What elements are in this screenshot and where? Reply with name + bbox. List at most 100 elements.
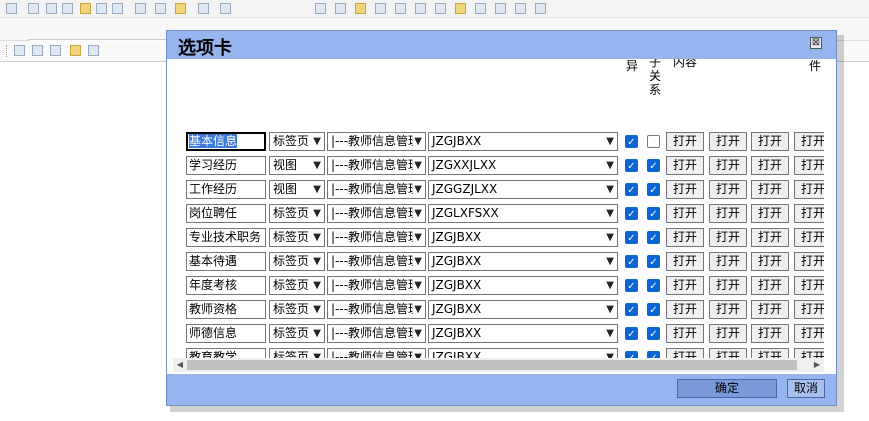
paste-icon[interactable] bbox=[80, 3, 91, 14]
module-select[interactable]: |---教师信息管理▼ bbox=[327, 132, 426, 151]
open-button[interactable]: 打开 bbox=[794, 252, 824, 271]
col-a-checkbox[interactable]: ✓ bbox=[625, 327, 638, 340]
open-button[interactable]: 打开 bbox=[751, 300, 789, 319]
open-button[interactable]: 打开 bbox=[666, 132, 704, 151]
code-select[interactable]: JZGGZJLXX ▼ bbox=[428, 180, 618, 199]
module-select[interactable]: |---教师信息管理▼ bbox=[327, 156, 426, 175]
tab-name-input[interactable]: 学习经历 bbox=[186, 156, 266, 175]
open-button[interactable]: 打开 bbox=[709, 300, 747, 319]
module-select[interactable]: |---教师信息管理▼ bbox=[327, 180, 426, 199]
open-button[interactable]: 打开 bbox=[666, 300, 704, 319]
code-select[interactable]: JZGJBXX ▼ bbox=[428, 132, 618, 151]
ok-button[interactable]: 确定 bbox=[677, 379, 777, 398]
template-icon[interactable] bbox=[70, 45, 81, 56]
open-button[interactable]: 打开 bbox=[794, 156, 824, 175]
table-icon-2[interactable] bbox=[32, 45, 43, 56]
clear-format-icon[interactable] bbox=[315, 3, 326, 14]
open-button[interactable]: 打开 bbox=[666, 204, 704, 223]
open-button[interactable]: 打开 bbox=[751, 132, 789, 151]
col-a-checkbox[interactable]: ✓ bbox=[625, 279, 638, 292]
open-button[interactable]: 打开 bbox=[794, 324, 824, 343]
code-select[interactable]: JZGJBXX ▼ bbox=[428, 324, 618, 343]
open-button[interactable]: 打开 bbox=[666, 156, 704, 175]
tab-name-input[interactable]: 师德信息 bbox=[186, 324, 266, 343]
module-select[interactable]: |---教师信息管理▼ bbox=[327, 324, 426, 343]
subrelation-checkbox[interactable]: ✓ bbox=[647, 207, 660, 220]
cancel-button[interactable]: 取消 bbox=[787, 379, 825, 398]
scroll-right-arrow-icon[interactable]: ▶ bbox=[810, 358, 824, 372]
module-select[interactable]: |---教师信息管理▼ bbox=[327, 228, 426, 247]
col-a-checkbox[interactable]: ✓ bbox=[625, 159, 638, 172]
subrelation-checkbox[interactable]: ✓ bbox=[647, 255, 660, 268]
open-button[interactable]: 打开 bbox=[751, 324, 789, 343]
open-button[interactable]: 打开 bbox=[666, 324, 704, 343]
tab-name-input[interactable]: 岗位聘任 bbox=[186, 204, 266, 223]
tab-type-select[interactable]: 标签页▼ bbox=[269, 204, 325, 223]
subrelation-checkbox[interactable]: ✓ bbox=[647, 303, 660, 316]
horizontal-scroll-thumb[interactable] bbox=[187, 360, 797, 370]
open-button[interactable]: 打开 bbox=[709, 132, 747, 151]
open-button[interactable]: 打开 bbox=[751, 228, 789, 247]
subrelation-checkbox[interactable]: ✓ bbox=[647, 183, 660, 196]
open-button[interactable]: 打开 bbox=[751, 252, 789, 271]
code-select[interactable]: JZGXXJLXX ▼ bbox=[428, 156, 618, 175]
col-a-checkbox[interactable]: ✓ bbox=[625, 207, 638, 220]
subrelation-checkbox[interactable]: ✓ bbox=[647, 327, 660, 340]
open-button[interactable]: 打开 bbox=[666, 180, 704, 199]
bulleted-list-icon[interactable] bbox=[355, 3, 366, 14]
search-icon[interactable] bbox=[6, 3, 17, 14]
tab-type-select[interactable]: 视图 ▼ bbox=[269, 156, 325, 175]
open-button[interactable]: 打开 bbox=[709, 324, 747, 343]
code-select[interactable]: JZGJBXX ▼ bbox=[428, 228, 618, 247]
open-button[interactable]: 打开 bbox=[709, 156, 747, 175]
open-button[interactable]: 打开 bbox=[709, 276, 747, 295]
tab-type-select[interactable]: 标签页▼ bbox=[269, 252, 325, 271]
tab-name-input[interactable]: 年度考核 bbox=[186, 276, 266, 295]
date-icon[interactable] bbox=[50, 45, 61, 56]
sync-icon[interactable] bbox=[88, 45, 99, 56]
tab-name-input[interactable]: 专业技术职务 bbox=[186, 228, 266, 247]
module-select[interactable]: |---教师信息管理▼ bbox=[327, 204, 426, 223]
open-button[interactable]: 打开 bbox=[794, 228, 824, 247]
special-char-icon[interactable] bbox=[535, 3, 546, 14]
paste-text-icon[interactable] bbox=[96, 3, 107, 14]
code-select[interactable]: JZGJBXX ▼ bbox=[428, 300, 618, 319]
tab-type-select[interactable]: 标签页▼ bbox=[269, 324, 325, 343]
tab-type-select[interactable]: 标签页▼ bbox=[269, 300, 325, 319]
code-select[interactable]: JZGJBXX ▼ bbox=[428, 276, 618, 295]
open-button[interactable]: 打开 bbox=[794, 300, 824, 319]
open-button[interactable]: 打开 bbox=[666, 228, 704, 247]
outdent-icon-2[interactable] bbox=[14, 45, 25, 56]
outdent-icon[interactable] bbox=[375, 3, 386, 14]
flash-icon[interactable] bbox=[455, 3, 466, 14]
blockquote-icon[interactable] bbox=[415, 3, 426, 14]
tab-name-input[interactable]: 教师资格 bbox=[186, 300, 266, 319]
open-button[interactable]: 打开 bbox=[751, 156, 789, 175]
open-button[interactable]: 打开 bbox=[751, 276, 789, 295]
open-button[interactable]: 打开 bbox=[709, 228, 747, 247]
open-button[interactable]: 打开 bbox=[794, 204, 824, 223]
subrelation-checkbox[interactable]: ✓ bbox=[647, 159, 660, 172]
close-icon[interactable]: ⊠ bbox=[810, 37, 822, 49]
paste-word-icon[interactable] bbox=[112, 3, 123, 14]
col-a-checkbox[interactable]: ✓ bbox=[625, 303, 638, 316]
code-select[interactable]: JZGLXFSXX ▼ bbox=[428, 204, 618, 223]
open-button[interactable]: 打开 bbox=[709, 180, 747, 199]
tab-type-select[interactable]: 标签页▼ bbox=[269, 228, 325, 247]
tab-name-input[interactable]: 工作经历 bbox=[186, 180, 266, 199]
open-button[interactable]: 打开 bbox=[666, 276, 704, 295]
subrelation-checkbox[interactable] bbox=[647, 135, 660, 148]
select-all-icon[interactable] bbox=[220, 3, 231, 14]
undo-icon[interactable] bbox=[135, 3, 146, 14]
cut-icon[interactable] bbox=[46, 3, 57, 14]
subrelation-checkbox[interactable]: ✓ bbox=[647, 231, 660, 244]
tab-type-select[interactable]: 标签页▼ bbox=[269, 276, 325, 295]
numbered-list-icon[interactable] bbox=[335, 3, 346, 14]
open-button[interactable]: 打开 bbox=[794, 180, 824, 199]
image-icon[interactable] bbox=[435, 3, 446, 14]
module-select[interactable]: |---教师信息管理▼ bbox=[327, 252, 426, 271]
tab-name-input[interactable]: 基本待遇 bbox=[186, 252, 266, 271]
tab-type-select[interactable]: 标签页▼ bbox=[269, 132, 325, 151]
table-icon[interactable] bbox=[475, 3, 486, 14]
module-select[interactable]: |---教师信息管理▼ bbox=[327, 276, 426, 295]
